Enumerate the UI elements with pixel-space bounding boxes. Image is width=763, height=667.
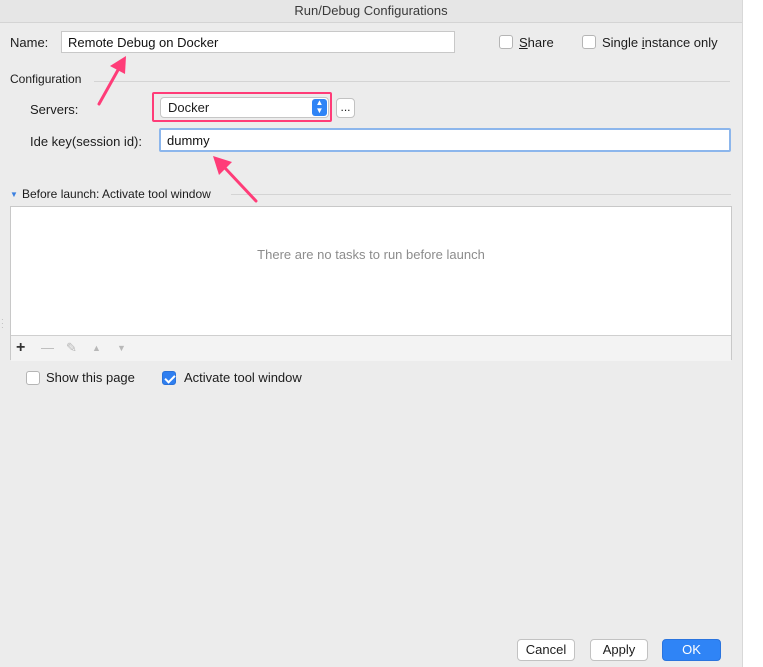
share-label[interactable]: Share	[519, 35, 554, 50]
collapse-triangle-icon[interactable]: ▼	[10, 190, 18, 199]
dropdown-arrows-icon[interactable]: ▲ ▼	[312, 99, 327, 116]
apply-button[interactable]: Apply	[590, 639, 648, 661]
move-down-icon[interactable]: ▼	[117, 338, 126, 358]
empty-tasks-text: There are no tasks to run before launch	[257, 247, 485, 262]
servers-browse-button[interactable]: ...	[336, 98, 355, 118]
remove-icon[interactable]: —	[41, 338, 54, 358]
ide-key-input[interactable]	[159, 128, 731, 152]
window-title: Run/Debug Configurations	[0, 0, 742, 23]
single-instance-checkbox[interactable]	[582, 35, 596, 49]
activate-tool-window-label[interactable]: Activate tool window	[184, 370, 302, 385]
activate-tool-window-checkbox[interactable]	[162, 371, 176, 385]
run-debug-configurations-dialog: Run/Debug Configurations Name: Share Sin…	[0, 0, 743, 667]
add-icon[interactable]: +	[16, 338, 25, 358]
show-this-page-checkbox[interactable]	[26, 371, 40, 385]
ide-key-label: Ide key(session id):	[30, 134, 142, 149]
name-label: Name:	[10, 35, 49, 50]
ok-button[interactable]: OK	[662, 639, 721, 661]
single-instance-label[interactable]: Single instance only	[602, 35, 718, 50]
before-launch-header[interactable]: Before launch: Activate tool window	[22, 187, 211, 201]
name-input[interactable]	[61, 31, 455, 53]
cancel-button[interactable]: Cancel	[517, 639, 575, 661]
edit-icon[interactable]: ✎	[66, 338, 77, 358]
show-this-page-label[interactable]: Show this page	[46, 370, 135, 385]
before-launch-task-list: There are no tasks to run before launch	[10, 206, 732, 361]
configuration-section-label: Configuration	[10, 72, 82, 86]
share-checkbox[interactable]	[499, 35, 513, 49]
servers-label: Servers:	[30, 102, 79, 117]
resize-grip-icon[interactable]: · · ·	[1, 316, 4, 332]
move-up-icon[interactable]: ▲	[92, 338, 101, 358]
configuration-separator	[94, 81, 730, 82]
servers-dropdown[interactable]: Docker ▲ ▼	[160, 97, 329, 118]
before-launch-separator	[231, 194, 731, 195]
servers-dropdown-value: Docker	[168, 100, 210, 115]
